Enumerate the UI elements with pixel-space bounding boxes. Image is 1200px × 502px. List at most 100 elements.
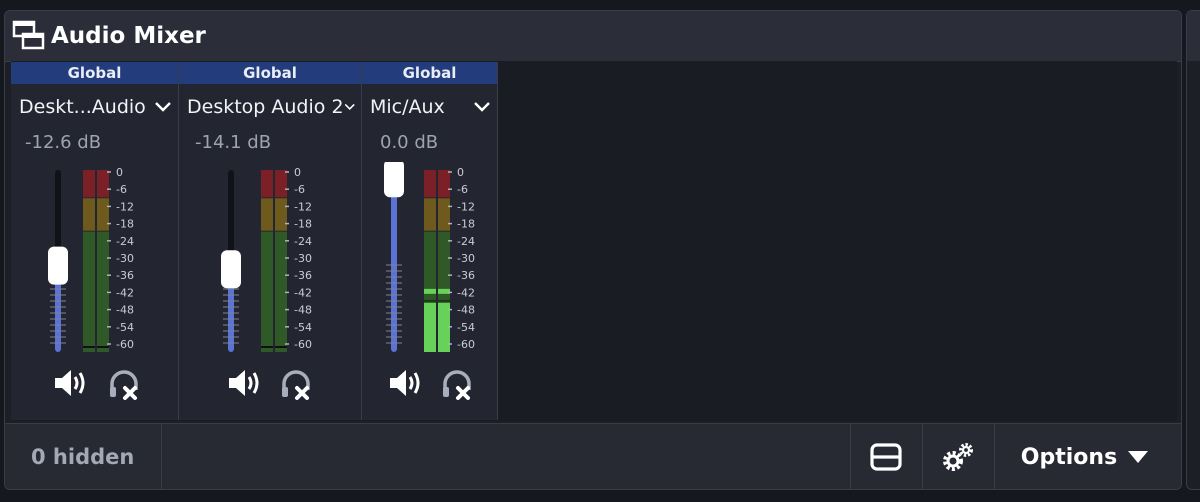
meter-gap — [438, 299, 450, 302]
dock-float-icon[interactable] — [11, 18, 47, 54]
scale-label: -42 — [457, 286, 475, 299]
channel-name-dropdown[interactable]: Mic/Aux — [370, 92, 491, 122]
mixer-channel: Global Desktop Audio 2 -14.1 dB 0 -6 -12 -1… — [179, 62, 362, 420]
channel-name-dropdown[interactable]: Deskt...Audio — [19, 92, 172, 122]
dock-title: Audio Mixer — [51, 23, 206, 49]
meter-floor-marker — [275, 346, 287, 348]
hidden-count-label: 0 hidden — [31, 445, 135, 469]
scale-label: -6 — [457, 183, 468, 196]
fader-knob[interactable] — [221, 250, 241, 289]
scale-label: -30 — [294, 252, 312, 265]
options-label: Options — [1020, 444, 1118, 470]
scale-label: -18 — [457, 218, 475, 231]
meter-yellow-zone — [97, 198, 109, 231]
adjacent-dock — [1186, 10, 1200, 490]
channel-global-header: Global — [11, 62, 178, 84]
scale-label: -48 — [294, 304, 312, 317]
scale-label: -54 — [116, 321, 134, 334]
speaker-icon[interactable] — [386, 366, 424, 400]
dock-title-bar[interactable]: Audio Mixer — [5, 11, 1181, 62]
channel-name: Mic/Aux — [370, 96, 445, 118]
layout-toggle-button[interactable] — [851, 424, 921, 489]
scale-label: -12 — [116, 200, 134, 213]
scale-label: -42 — [116, 286, 134, 299]
scale-label: 0 — [457, 166, 464, 179]
meter-yellow-zone — [275, 198, 287, 231]
meter-red-zone — [438, 170, 450, 198]
channel-name: Deskt...Audio — [19, 96, 146, 118]
meter-green-zone — [261, 231, 273, 352]
scale-label: -24 — [457, 235, 475, 248]
scale-label: -18 — [294, 218, 312, 231]
scale-label: -36 — [294, 269, 312, 282]
meter-floor-marker — [261, 346, 273, 348]
scale-label: -30 — [457, 252, 475, 265]
scale-label: -36 — [116, 269, 134, 282]
meter-yellow-zone — [83, 198, 95, 231]
scale-label: -12 — [294, 200, 312, 213]
channel-db-readout: -12.6 dB — [25, 132, 102, 153]
scale-label: 0 — [116, 166, 123, 179]
fader-knob[interactable] — [384, 162, 404, 198]
fader-knob[interactable] — [48, 246, 68, 285]
headphones-muted-icon[interactable] — [440, 368, 474, 402]
meter-floor-marker — [97, 346, 109, 348]
channel-name: Desktop Audio 2 — [187, 96, 344, 118]
meter-green-zone — [83, 231, 95, 352]
mixer-footer: 0 hidden Options — [5, 423, 1181, 489]
advanced-audio-settings-button[interactable] — [923, 424, 993, 489]
scale-label: 0 — [294, 166, 301, 179]
meter-red-zone — [261, 170, 273, 198]
scale-label: -24 — [116, 235, 134, 248]
scale-label: -6 — [116, 183, 127, 196]
channel-fader-meter: 0 -6 -12 -18 -24 -30 -36 -42 -48 -54 -60 — [221, 166, 312, 352]
channel-db-readout: 0.0 dB — [380, 132, 439, 153]
meter-gap — [424, 299, 436, 302]
meter-yellow-zone — [424, 198, 436, 231]
gears-icon — [943, 443, 973, 471]
scale-label: -36 — [457, 269, 475, 282]
options-button[interactable]: Options — [995, 424, 1175, 489]
meter-yellow-zone — [261, 198, 273, 231]
scale-label: -12 — [457, 200, 475, 213]
meter-red-zone — [275, 170, 287, 198]
meter-floor-marker — [83, 346, 95, 348]
channel-name-dropdown[interactable]: Desktop Audio 2 — [187, 92, 355, 122]
scale-label: -30 — [116, 252, 134, 265]
mixer-channels-area: Global Deskt...Audio -12.6 dB 0 -6 -12 -18 -… — [11, 61, 1177, 421]
meter-peak-hold — [424, 288, 436, 294]
channel-fader-meter: 0 -6 -12 -18 -24 -30 -36 -42 -48 -54 -60 — [48, 166, 134, 352]
channel-global-header: Global — [179, 62, 361, 84]
scale-label: -48 — [116, 304, 134, 317]
scale-label: -60 — [116, 338, 134, 351]
headphones-muted-icon[interactable] — [107, 368, 141, 402]
scale-label: -54 — [294, 321, 312, 334]
meter-red-zone — [97, 170, 109, 198]
scale-label: -6 — [294, 183, 305, 196]
meter-yellow-zone — [438, 198, 450, 231]
channel-db-readout: -14.1 dB — [195, 132, 272, 153]
scale-label: -42 — [294, 286, 312, 299]
speaker-icon[interactable] — [51, 366, 89, 400]
mixer-channel: Global Mic/Aux 0.0 dB 0 -6 -12 -18 -24 -30 -36… — [362, 62, 498, 420]
speaker-icon[interactable] — [225, 366, 263, 400]
meter-red-zone — [424, 170, 436, 198]
meter-active-level — [424, 302, 436, 352]
scale-label: -24 — [294, 235, 312, 248]
caret-down-icon — [1128, 451, 1149, 463]
mixer-channel: Global Deskt...Audio -12.6 dB 0 -6 -12 -18 -… — [11, 62, 179, 420]
scale-label: -60 — [457, 338, 475, 351]
headphones-muted-icon[interactable] — [279, 368, 313, 402]
footer-divider — [161, 424, 162, 489]
meter-red-zone — [83, 170, 95, 198]
channel-global-header: Global — [362, 62, 497, 84]
scale-label: -60 — [294, 338, 312, 351]
channel-fader-meter: 0 -6 -12 -18 -24 -30 -36 -42 -48 -54 -60 — [384, 162, 475, 352]
chevron-down-icon — [344, 103, 355, 110]
scale-label: -18 — [116, 218, 134, 231]
scale-label: -54 — [457, 321, 475, 334]
scale-label: -48 — [457, 304, 475, 317]
layout-toggle-icon — [870, 443, 902, 471]
audio-mixer-dock: Audio Mixer Global Deskt...Audio -12.6 d… — [4, 10, 1182, 490]
chevron-down-icon — [155, 102, 171, 112]
